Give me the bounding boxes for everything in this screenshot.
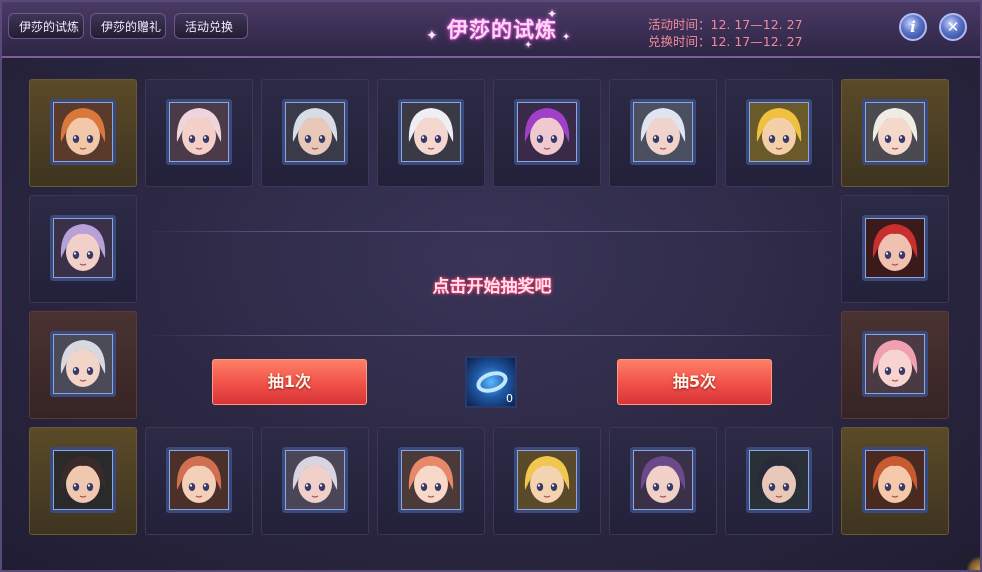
divider bbox=[142, 335, 842, 336]
character-portrait[interactable] bbox=[862, 99, 928, 165]
reward-slot bbox=[725, 427, 833, 535]
character-face-icon bbox=[524, 108, 570, 155]
character-face-icon bbox=[408, 456, 454, 503]
reward-slot bbox=[609, 427, 717, 535]
character-face-icon bbox=[176, 456, 222, 503]
reward-slot bbox=[841, 79, 949, 187]
character-face-icon bbox=[756, 108, 802, 155]
draw-once-label: 抽1次 bbox=[267, 372, 312, 391]
character-portrait[interactable] bbox=[862, 215, 928, 281]
close-icon: ✕ bbox=[946, 18, 960, 36]
character-face-icon bbox=[872, 340, 918, 387]
character-portrait[interactable] bbox=[746, 99, 812, 165]
character-face-icon bbox=[60, 456, 106, 503]
reward-slot bbox=[841, 427, 949, 535]
page-title: 伊莎的试炼 bbox=[447, 18, 557, 42]
activity-time: 活动时间：12. 17—12. 27 bbox=[648, 17, 803, 32]
close-button[interactable]: ✕ bbox=[939, 13, 967, 41]
reward-slot bbox=[261, 79, 369, 187]
reward-slot bbox=[261, 427, 369, 535]
character-portrait[interactable] bbox=[166, 99, 232, 165]
reward-slot bbox=[377, 427, 485, 535]
character-portrait[interactable] bbox=[862, 331, 928, 397]
character-portrait[interactable] bbox=[514, 99, 580, 165]
character-portrait[interactable] bbox=[630, 447, 696, 513]
divider bbox=[142, 231, 842, 232]
character-face-icon bbox=[292, 456, 338, 503]
reward-slot bbox=[841, 311, 949, 419]
header-bar: 伊莎的试炼 伊莎的赠礼 活动兑换 ✦ ✦ ✦ ✦ 伊莎的试炼 活动时间：12. … bbox=[2, 2, 980, 58]
reward-slot bbox=[145, 427, 253, 535]
character-face-icon bbox=[872, 108, 918, 155]
character-portrait[interactable] bbox=[514, 447, 580, 513]
draw-prompt: 点击开始抽奖吧 bbox=[432, 277, 552, 297]
character-face-icon bbox=[60, 108, 106, 155]
token-count: 0 bbox=[506, 392, 513, 405]
character-portrait[interactable] bbox=[398, 447, 464, 513]
character-portrait[interactable] bbox=[166, 447, 232, 513]
info-icon: i bbox=[910, 18, 916, 36]
reward-slot bbox=[493, 79, 601, 187]
character-face-icon bbox=[640, 108, 686, 155]
tab-isha-gift[interactable]: 伊莎的赠礼 bbox=[90, 13, 166, 39]
character-face-icon bbox=[60, 340, 106, 387]
character-portrait[interactable] bbox=[398, 99, 464, 165]
character-portrait[interactable] bbox=[862, 447, 928, 513]
reward-slot bbox=[725, 79, 833, 187]
character-face-icon bbox=[756, 456, 802, 503]
reward-slot bbox=[29, 195, 137, 303]
exchange-time: 兑换时间：12. 17—12. 27 bbox=[648, 34, 803, 49]
reward-slot bbox=[29, 427, 137, 535]
character-portrait[interactable] bbox=[746, 447, 812, 513]
corner-ornament bbox=[966, 556, 980, 570]
character-face-icon bbox=[524, 456, 570, 503]
reward-slot bbox=[29, 79, 137, 187]
draw-once-button[interactable]: 抽1次 bbox=[212, 359, 367, 405]
character-portrait[interactable] bbox=[50, 447, 116, 513]
character-face-icon bbox=[408, 108, 454, 155]
character-face-icon bbox=[872, 456, 918, 503]
ring-token-icon bbox=[473, 367, 511, 397]
event-times: 活动时间：12. 17—12. 27 兑换时间：12. 17—12. 27 bbox=[648, 16, 803, 50]
character-portrait[interactable] bbox=[630, 99, 696, 165]
event-window: 伊莎的试炼 伊莎的赠礼 活动兑换 ✦ ✦ ✦ ✦ 伊莎的试炼 活动时间：12. … bbox=[0, 0, 982, 572]
reward-slot bbox=[609, 79, 717, 187]
character-face-icon bbox=[640, 456, 686, 503]
character-portrait[interactable] bbox=[50, 215, 116, 281]
character-face-icon bbox=[292, 108, 338, 155]
character-portrait[interactable] bbox=[50, 99, 116, 165]
draw-five-label: 抽5次 bbox=[672, 372, 717, 391]
reward-slot bbox=[377, 79, 485, 187]
character-face-icon bbox=[60, 224, 106, 271]
reward-slot bbox=[841, 195, 949, 303]
draw-five-button[interactable]: 抽5次 bbox=[617, 359, 772, 405]
tab-event-exchange[interactable]: 活动兑换 bbox=[174, 13, 248, 39]
reward-slot bbox=[493, 427, 601, 535]
reward-slot bbox=[29, 311, 137, 419]
draw-token-item[interactable]: 0 bbox=[465, 356, 517, 408]
character-portrait[interactable] bbox=[282, 447, 348, 513]
character-portrait[interactable] bbox=[282, 99, 348, 165]
character-face-icon bbox=[872, 224, 918, 271]
info-button[interactable]: i bbox=[899, 13, 927, 41]
tab-isha-trial[interactable]: 伊莎的试炼 bbox=[8, 13, 84, 39]
reward-slot bbox=[145, 79, 253, 187]
character-face-icon bbox=[176, 108, 222, 155]
character-portrait[interactable] bbox=[50, 331, 116, 397]
